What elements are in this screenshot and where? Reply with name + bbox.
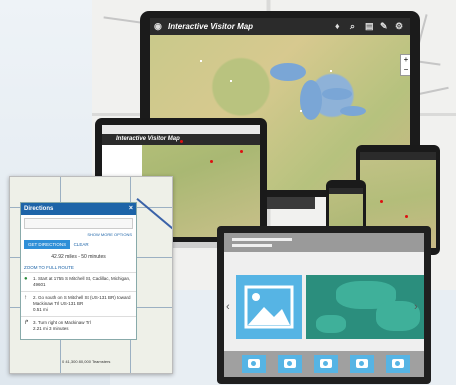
- wireframe-header: [224, 233, 424, 252]
- pin-icon: ●: [24, 276, 28, 282]
- lake: [322, 88, 352, 100]
- image-placeholder: [236, 275, 302, 339]
- layers-icon[interactable]: ▤: [365, 18, 374, 35]
- step-text: 3. Turn right on Mackinaw Trl: [33, 320, 91, 325]
- direction-step[interactable]: ↑ 2. Go south on S Mitchell St (US-131 B…: [21, 291, 136, 316]
- map-scale: 0 41,300 80,000 Teamsters: [62, 359, 111, 364]
- route-distance: 42.92 miles - 50 minutes: [51, 254, 106, 260]
- map-marker: [230, 80, 232, 82]
- mountain-icon: [244, 285, 294, 329]
- step-text: 2. Go south on S Mitchell St (US-131 BR)…: [33, 295, 131, 306]
- drop-icon[interactable]: ♦: [335, 18, 340, 35]
- phone-header: [329, 188, 363, 194]
- direction-step[interactable]: ↱ 3. Turn right on Mackinaw Trl 2.21 mi …: [21, 316, 136, 335]
- search-icon[interactable]: ⌕: [350, 18, 355, 35]
- next-arrow-icon[interactable]: ›: [414, 301, 418, 313]
- map-marker: [210, 160, 213, 163]
- map-marker: [240, 150, 243, 153]
- camera-icon: [356, 359, 368, 368]
- zoom-control: + −: [400, 54, 410, 76]
- map-marker: [405, 215, 408, 218]
- map-marker: [180, 140, 183, 143]
- prev-arrow-icon[interactable]: ‹: [226, 301, 230, 313]
- step-text: 1. Start at 1755 S Mitchell St, Cadillac…: [33, 276, 131, 287]
- thumbnail[interactable]: [386, 355, 410, 373]
- zoom-in-button[interactable]: +: [401, 55, 410, 65]
- turn-right-icon: ↱: [24, 320, 30, 326]
- clear-button[interactable]: CLEAR: [74, 242, 89, 247]
- lake: [270, 63, 306, 81]
- zoom-out-button[interactable]: −: [401, 65, 410, 75]
- arrow-icon: ↑: [24, 295, 27, 301]
- camera-icon: [392, 359, 404, 368]
- map-marker: [200, 60, 202, 62]
- monitor-header: ◉ Interactive Visitor Map ♦ ⌕ ▤ ✎ ⚙: [150, 18, 410, 35]
- close-icon[interactable]: ×: [129, 203, 133, 215]
- thumbnail[interactable]: [350, 355, 374, 373]
- lake: [300, 80, 322, 120]
- get-directions-button[interactable]: GET DIRECTIONS: [24, 240, 71, 249]
- directions-header: Directions ×: [21, 203, 136, 215]
- thumbnail[interactable]: [242, 355, 266, 373]
- camera-icon: [248, 359, 260, 368]
- wireframe-tablet: ‹ ›: [217, 226, 431, 384]
- tablet-header: [360, 152, 436, 160]
- logo-icon: ◉: [154, 21, 162, 31]
- zoom-to-route-link[interactable]: ZOOM TO FULL ROUTE: [24, 265, 133, 270]
- destination-input[interactable]: [24, 218, 133, 229]
- map-marker: [380, 200, 383, 203]
- step-sub: 0.51 mi: [33, 307, 48, 312]
- camera-icon: [320, 359, 332, 368]
- wireframe-screen: ‹ ›: [224, 233, 424, 377]
- direction-step[interactable]: ● 1. Start at 1755 S Mitchell St, Cadill…: [21, 272, 136, 291]
- step-sub: 2.21 mi 3 minutes: [33, 326, 69, 331]
- laptop-address-bar[interactable]: [102, 125, 260, 134]
- monitor-title: Interactive Visitor Map: [168, 22, 254, 31]
- directions-title: Directions: [24, 206, 54, 212]
- map-placeholder[interactable]: [306, 275, 424, 339]
- camera-icon: [284, 359, 296, 368]
- tools-icon[interactable]: ✎: [380, 18, 388, 35]
- lake: [340, 106, 366, 116]
- map-marker: [330, 70, 332, 72]
- gear-icon[interactable]: ⚙: [395, 18, 403, 35]
- map-marker: [300, 110, 302, 112]
- directions-panel: Directions × SHOW MORE OPTIONS GET DIREC…: [20, 202, 137, 340]
- thumbnail[interactable]: [278, 355, 302, 373]
- show-more-options-link[interactable]: SHOW MORE OPTIONS: [21, 232, 136, 237]
- thumbnail[interactable]: [314, 355, 338, 373]
